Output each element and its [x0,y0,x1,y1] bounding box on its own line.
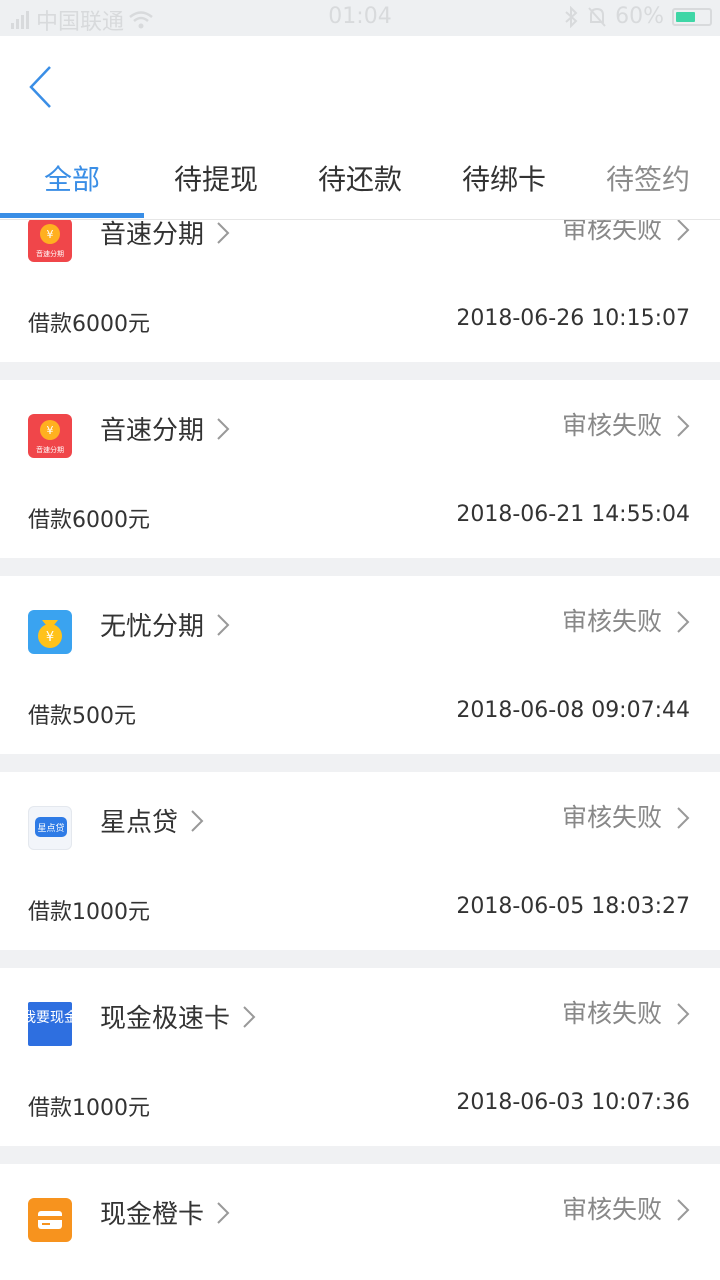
wuyou-logo-icon: ¥ [28,610,72,654]
battery-icon [672,7,712,26]
tab-pending-withdraw[interactable]: 待提现 [174,158,258,198]
order-card[interactable]: 现金橙卡 审核失败 [0,1164,720,1280]
status-text: 审核失败 [561,220,662,244]
order-list: ¥ 音速分期 音速分期 审核失败 借款6000元 2018-06-26 10:1… [0,220,720,1280]
yinsu-logo-icon: ¥ 音速分期 [28,414,72,458]
provider-name: 星点贷 [100,808,179,838]
logo-label: 星点贷 [37,822,64,834]
chevron-right-icon [217,1201,230,1224]
chevron-right-icon [677,807,690,829]
logo-label: 音速分期 [36,445,64,454]
battery-fill [676,11,696,22]
bluetooth-icon [565,5,578,28]
provider-name: 无忧分期 [100,612,205,642]
tab-pending-bind-card[interactable]: 待绑卡 [462,158,546,198]
chevron-right-icon [217,417,230,440]
order-card[interactable]: ¥ 音速分期 音速分期 审核失败 借款6000元 2018-06-26 10:1… [0,220,720,362]
loan-amount: 借款1000元 [28,900,150,925]
chevron-right-icon [243,1005,256,1028]
tab-pending-repay[interactable]: 待还款 [318,158,402,198]
provider-name: 音速分期 [100,416,205,446]
provider-link[interactable]: 音速分期 [100,220,230,251]
tab-all[interactable]: 全部 [44,158,100,198]
provider-link[interactable]: 星点贷 [100,802,204,839]
tab-pending-sign[interactable]: 待签约 [606,158,690,198]
provider-name: 音速分期 [100,220,205,250]
chengka-logo-icon [28,1198,72,1242]
status-text: 审核失败 [561,1195,662,1224]
provider-name: 现金橙卡 [100,1200,205,1230]
svg-text:¥: ¥ [47,228,54,241]
status-text: 审核失败 [561,607,662,636]
header [0,36,720,136]
chevron-right-icon [217,221,230,244]
logo-label: 我要现金 [28,1010,72,1026]
chevron-right-icon [677,415,690,437]
order-card[interactable]: ¥ 无忧分期 审核失败 借款500元 2018-06-08 09:07:44 [0,576,720,754]
battery-percent: 60% [615,4,664,29]
provider-link[interactable]: 现金橙卡 [100,1194,230,1231]
provider-name: 现金极速卡 [100,1004,231,1034]
chevron-right-icon [677,611,690,633]
order-time: 2018-06-08 09:07:44 [456,698,690,723]
status-text: 审核失败 [561,803,662,832]
status-text: 审核失败 [561,999,662,1028]
loan-amount: 借款6000元 [28,312,150,337]
yinsu-logo-icon: ¥ 音速分期 [28,220,72,262]
chevron-right-icon [217,613,230,636]
status-text: 审核失败 [561,411,662,440]
chevron-right-icon [677,1003,690,1025]
xingdiandai-logo-icon: 星点贷 [28,806,72,850]
svg-text:¥: ¥ [46,630,54,645]
loan-amount: 借款6000元 [28,508,150,533]
tab-bar: 全部 待提现 待还款 待绑卡 待签约 [0,136,720,220]
tab-indicator [0,213,144,218]
provider-link[interactable]: 音速分期 [100,410,230,447]
provider-link[interactable]: 无忧分期 [100,606,230,643]
status-bar: 中国联通 01:04 60% [0,0,720,36]
chevron-right-icon [677,1199,690,1221]
order-time: 2018-06-21 14:55:04 [456,502,690,527]
chevron-right-icon [191,809,204,832]
status-right: 60% [563,4,712,29]
order-card[interactable]: ¥ 音速分期 音速分期 审核失败 借款6000元 2018-06-21 14:5… [0,380,720,558]
chevron-right-icon [677,220,690,241]
order-time: 2018-06-05 18:03:27 [456,894,690,919]
order-card[interactable]: 星点贷 星点贷 审核失败 借款1000元 2018-06-05 18:03:27 [0,772,720,950]
order-card[interactable]: 我要现金 现金极速卡 审核失败 借款1000元 2018-06-03 10:07… [0,968,720,1146]
loan-amount: 借款1000元 [28,1096,150,1121]
loan-amount: 借款500元 [28,704,136,729]
back-arrow-icon[interactable] [26,64,66,110]
mute-bell-icon [588,6,606,27]
woyaoxianjin-logo-icon: 我要现金 [28,1002,72,1046]
svg-text:¥: ¥ [47,424,54,437]
provider-link[interactable]: 现金极速卡 [100,998,256,1035]
order-time: 2018-06-03 10:07:36 [456,1090,690,1115]
order-time: 2018-06-26 10:15:07 [456,306,690,331]
logo-label: 音速分期 [36,249,64,258]
